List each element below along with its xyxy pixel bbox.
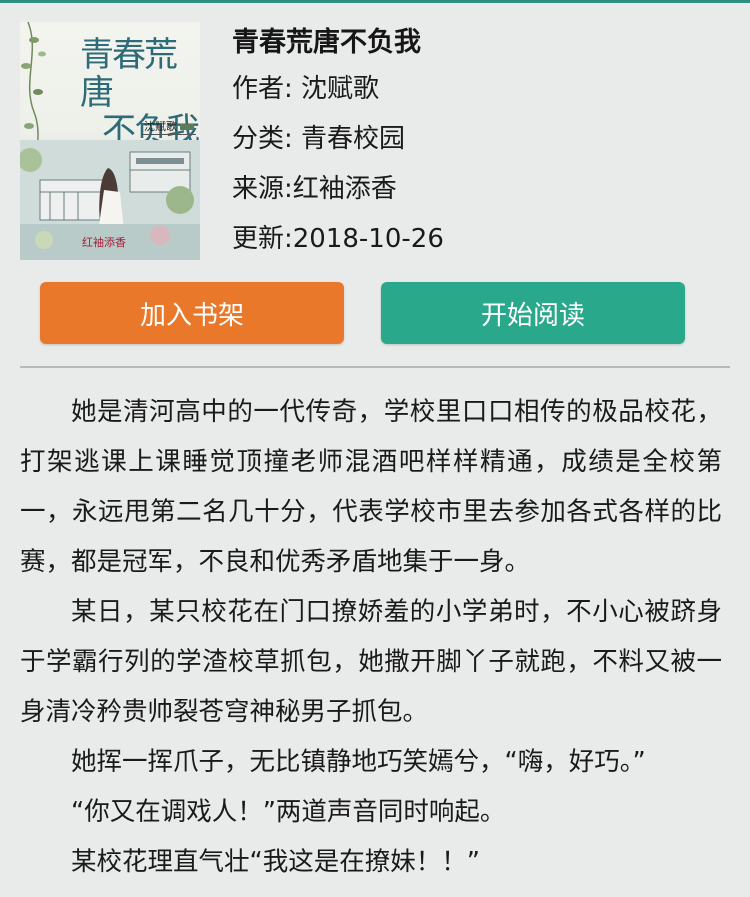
book-source: 来源:红袖添香 (232, 174, 397, 204)
book-synopsis: 她是清河高中的一代传奇，学校里口口相传的极品校花，打架逃课上课睡觉顶撞老师混酒吧… (20, 387, 722, 887)
add-to-shelf-button[interactable]: 加入书架 (40, 282, 344, 344)
synopsis-paragraph: 某日，某只校花在门口撩娇羞的小学弟时，不小心被跻身于学霸行列的学渣校草抓包，她撒… (20, 597, 722, 727)
cover-title-line1: 青春荒唐 (80, 35, 178, 113)
synopsis-paragraph: 她挥一挥爪子，无比镇静地巧笑嫣兮，“嗨，好巧。” (71, 747, 646, 777)
start-reading-button[interactable]: 开始阅读 (381, 282, 685, 344)
cover-author: 沈赋歌 (142, 118, 196, 135)
book-title: 青春荒唐不负我 (232, 27, 421, 58)
synopsis-paragraph: 她是清河高中的一代传奇，学校里口口相传的极品校花，打架逃课上课睡觉顶撞老师混酒吧… (20, 397, 722, 577)
book-cover[interactable]: 青春荒唐 不负我 沈赋歌 红袖添香 (20, 22, 200, 260)
book-category: 分类: 青春校园 (232, 124, 406, 154)
synopsis-paragraph: 某校花理直气壮“我这是在撩妹！！” (71, 847, 480, 877)
publisher-logo: 红袖添香 (82, 236, 126, 249)
book-author: 作者: 沈赋歌 (232, 74, 380, 104)
synopsis-paragraph: “你又在调戏人！”两道声音同时响起。 (71, 797, 506, 827)
top-accent-line (0, 0, 750, 3)
book-info: 青春荒唐不负我 作者: 沈赋歌 分类: 青春校园 来源:红袖添香 更新:2018… (232, 22, 732, 264)
divider (20, 366, 730, 368)
book-updated: 更新:2018-10-26 (232, 224, 444, 254)
